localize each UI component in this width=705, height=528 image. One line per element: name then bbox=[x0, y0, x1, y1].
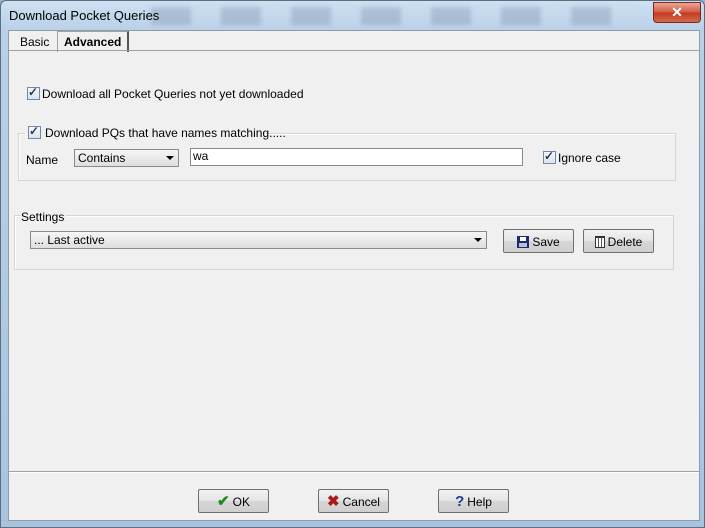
question-icon: ? bbox=[455, 492, 465, 510]
delete-button[interactable]: Delete bbox=[583, 229, 654, 253]
chevron-down-icon bbox=[474, 238, 482, 242]
footer-divider-highlight bbox=[9, 472, 699, 473]
trash-icon bbox=[594, 235, 605, 248]
settings-legend: Settings bbox=[21, 210, 67, 224]
delete-button-label: Delete bbox=[607, 234, 643, 249]
x-icon: ✖ bbox=[327, 492, 340, 510]
tab-basic[interactable]: Basic bbox=[14, 34, 55, 50]
match-mode-select[interactable]: Contains bbox=[74, 149, 179, 167]
help-button-label: Help bbox=[467, 494, 492, 509]
advanced-panel: Download all Pocket Queries not yet down… bbox=[9, 51, 699, 471]
settings-selected-value: ... Last active bbox=[34, 233, 105, 247]
background-blur bbox=[151, 7, 641, 25]
floppy-disk-icon bbox=[517, 235, 530, 248]
window-title: Download Pocket Queries bbox=[9, 8, 160, 23]
ok-button[interactable]: ✔ OK bbox=[198, 489, 269, 513]
tab-strip: Basic Advanced bbox=[9, 31, 699, 52]
chevron-down-icon bbox=[166, 156, 174, 160]
match-mode-value: Contains bbox=[78, 151, 126, 165]
save-button[interactable]: Save bbox=[503, 229, 574, 253]
download-all-checkbox[interactable] bbox=[27, 85, 40, 100]
ignore-case-checkbox[interactable] bbox=[543, 149, 556, 164]
settings-select[interactable]: ... Last active bbox=[30, 231, 487, 249]
checkmark-icon: ✔ bbox=[217, 492, 230, 510]
download-all-label[interactable]: Download all Pocket Queries not yet down… bbox=[42, 87, 304, 101]
dialog-window: Download Pocket Queries ✕ Basic Advanced… bbox=[0, 0, 705, 528]
name-label: Name bbox=[26, 153, 59, 167]
name-pattern-input[interactable]: wa bbox=[190, 148, 523, 166]
save-button-label: Save bbox=[532, 234, 560, 249]
tab-advanced[interactable]: Advanced bbox=[57, 31, 130, 52]
dialog-client-area: Basic Advanced Download all Pocket Queri… bbox=[8, 30, 700, 521]
cancel-button-label: Cancel bbox=[342, 494, 380, 509]
close-icon: ✕ bbox=[671, 4, 683, 20]
cancel-button[interactable]: ✖ Cancel bbox=[318, 489, 389, 513]
title-bar[interactable]: Download Pocket Queries ✕ bbox=[1, 1, 704, 29]
match-names-label[interactable]: Download PQs that have names matching...… bbox=[45, 126, 286, 140]
help-button[interactable]: ? Help bbox=[438, 489, 509, 513]
close-button[interactable]: ✕ bbox=[653, 2, 701, 23]
match-names-checkbox[interactable] bbox=[28, 124, 41, 139]
ignore-case-label[interactable]: Ignore case bbox=[558, 151, 621, 165]
ok-button-label: OK bbox=[232, 494, 250, 509]
